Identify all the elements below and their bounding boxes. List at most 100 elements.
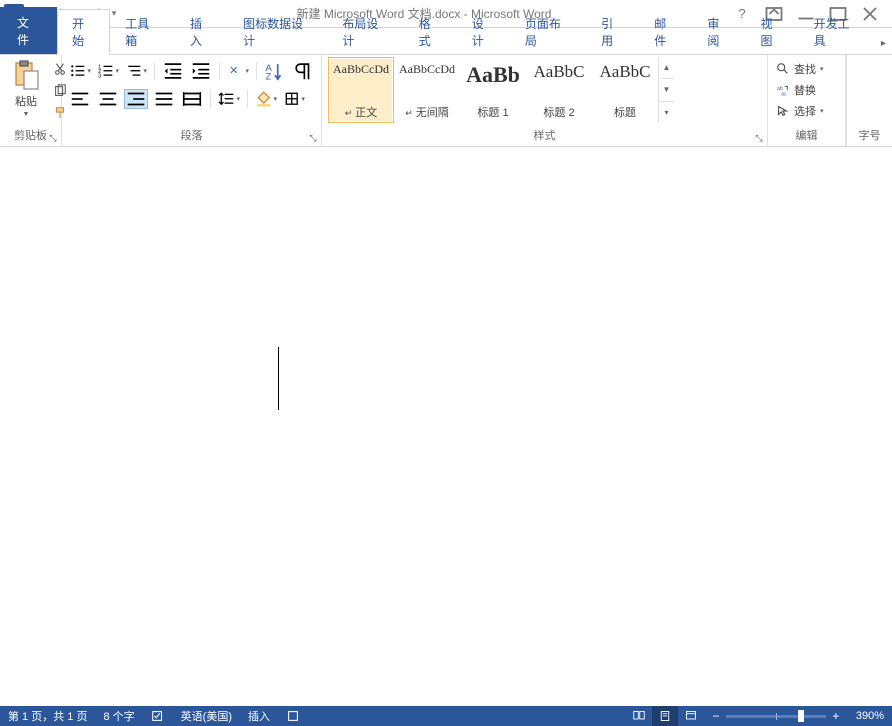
replace-icon: abac <box>776 83 790 97</box>
gallery-scroll: ▲ ▼ ▾ <box>658 57 674 123</box>
zoom-out-icon[interactable]: − <box>710 709 722 723</box>
style-heading2[interactable]: AaBbC 标题 2 <box>526 57 592 123</box>
status-spellcheck-icon[interactable] <box>143 706 173 726</box>
style-label: ↵ 无间隔 <box>405 104 449 120</box>
bullets-icon[interactable]: ▾ <box>68 61 92 81</box>
replace-button[interactable]: abac 替换 <box>774 80 826 100</box>
style-normal[interactable]: AaBbCcDd ↵ 正文 <box>328 57 394 123</box>
tab-mailings[interactable]: 邮件 <box>639 9 692 54</box>
separator <box>247 90 248 108</box>
select-button[interactable]: 选择 ▾ <box>774 101 826 121</box>
paragraph-launcher-icon[interactable]: ⤡ <box>307 132 319 144</box>
tab-overflow-icon[interactable]: ▸ <box>875 33 892 54</box>
zoom-track[interactable] <box>726 715 826 718</box>
sort-icon[interactable]: AZ <box>263 61 287 81</box>
view-web-icon[interactable] <box>678 706 704 726</box>
svg-text:✕: ✕ <box>229 65 238 77</box>
find-icon <box>776 62 790 76</box>
status-wordcount[interactable]: 8 个字 <box>95 706 142 726</box>
style-title[interactable]: AaBbC 标题 <box>592 57 658 123</box>
view-read-icon[interactable] <box>626 706 652 726</box>
zoom-in-icon[interactable]: + <box>830 709 842 723</box>
zoom-level[interactable]: 390% <box>848 706 892 726</box>
align-right-icon[interactable] <box>124 89 148 109</box>
group-editing: 查找 ▾ abac 替换 选择 ▾ 编辑 <box>768 55 846 146</box>
tab-review[interactable]: 审阅 <box>692 9 745 54</box>
tab-layoutdesign[interactable]: 布局设计 <box>327 9 403 54</box>
paste-button[interactable]: 粘贴 ▼ <box>6 57 46 120</box>
zoom-slider: − + <box>704 709 848 723</box>
show-marks-icon[interactable] <box>291 61 315 81</box>
style-preview: AaBbC <box>529 62 589 82</box>
borders-icon[interactable]: ▾ <box>282 89 306 109</box>
status-insertmode[interactable]: 插入 <box>240 706 278 726</box>
tab-file[interactable]: 文件 <box>0 7 57 54</box>
zoom-thumb[interactable] <box>798 710 804 722</box>
style-label: 标题 <box>614 104 636 120</box>
text-cursor <box>278 347 279 410</box>
distributed-icon[interactable] <box>180 89 204 109</box>
tab-insert[interactable]: 插入 <box>175 9 228 54</box>
status-macro-icon[interactable] <box>278 706 308 726</box>
paste-label: 粘贴 <box>15 93 37 109</box>
tab-references[interactable]: 引用 <box>586 9 639 54</box>
style-preview: AaBbC <box>595 62 655 82</box>
style-heading1[interactable]: AaBb 标题 1 <box>460 57 526 123</box>
line-spacing-icon[interactable]: ▾ <box>217 89 241 109</box>
gallery-down-icon[interactable]: ▼ <box>659 79 674 101</box>
status-language[interactable]: 英语(美国) <box>173 706 240 726</box>
svg-text:Z: Z <box>265 71 271 82</box>
numbering-icon[interactable]: 123▾ <box>96 61 120 81</box>
zoom-tick <box>776 713 777 720</box>
separator <box>219 62 220 80</box>
multilevel-list-icon[interactable]: ▾ <box>124 61 148 81</box>
align-center-icon[interactable] <box>96 89 120 109</box>
select-label: 选择 <box>794 103 816 119</box>
justify-icon[interactable] <box>152 89 176 109</box>
tab-pagelayout[interactable]: 页面布局 <box>510 9 586 54</box>
group-fontsize: 字号 <box>846 55 892 146</box>
select-icon <box>776 104 790 118</box>
group-paragraph: ▾ 123▾ ▾ ✕▾ AZ <box>62 55 322 146</box>
replace-label: 替换 <box>794 82 816 98</box>
style-preview: AaBbCcDd <box>397 62 457 77</box>
find-button[interactable]: 查找 ▾ <box>774 59 826 79</box>
clipboard-launcher-icon[interactable]: ⤡ <box>47 132 59 144</box>
paragraph-group-label: 段落 <box>68 125 315 146</box>
fontsize-label: 字号 <box>859 127 881 146</box>
asian-layout-icon[interactable]: ✕▾ <box>226 61 250 81</box>
tab-icondata[interactable]: 图标数据设计 <box>228 9 327 54</box>
paste-icon <box>10 59 42 91</box>
statusbar: 第 1 页，共 1 页 8 个字 英语(美国) 插入 − + 390% <box>0 706 892 726</box>
ribbon: 粘贴 ▼ 剪贴板 ⤡ ▾ 123▾ ▾ <box>0 55 892 147</box>
tab-design[interactable]: 设计 <box>457 9 510 54</box>
document-area[interactable] <box>0 147 892 706</box>
svg-text:ac: ac <box>781 91 787 97</box>
gallery-up-icon[interactable]: ▲ <box>659 57 674 79</box>
separator <box>256 62 257 80</box>
gallery-more-icon[interactable]: ▾ <box>659 102 674 123</box>
svg-text:3: 3 <box>98 74 101 80</box>
tab-view[interactable]: 视图 <box>746 9 799 54</box>
separator <box>154 62 155 80</box>
ribbon-tabs: 文件 开始 工具箱 插入 图标数据设计 布局设计 格式 设计 页面布局 引用 邮… <box>0 28 892 55</box>
group-clipboard: 粘贴 ▼ 剪贴板 ⤡ <box>0 55 62 146</box>
styles-launcher-icon[interactable]: ⤡ <box>753 132 765 144</box>
tab-home[interactable]: 开始 <box>57 9 110 55</box>
align-left-icon[interactable] <box>68 89 92 109</box>
styles-group-label: 样式 <box>328 125 761 146</box>
style-preview: AaBbCcDd <box>331 62 391 77</box>
shading-icon[interactable]: ▾ <box>254 89 278 109</box>
status-page[interactable]: 第 1 页，共 1 页 <box>0 706 95 726</box>
tab-format[interactable]: 格式 <box>404 9 457 54</box>
view-print-icon[interactable] <box>652 706 678 726</box>
style-label: 标题 1 <box>477 104 508 120</box>
decrease-indent-icon[interactable] <box>161 61 185 81</box>
style-nospacing[interactable]: AaBbCcDd ↵ 无间隔 <box>394 57 460 123</box>
tab-toolbox[interactable]: 工具箱 <box>110 9 175 54</box>
style-preview: AaBb <box>463 62 523 88</box>
tab-developer[interactable]: 开发工具 <box>799 9 875 54</box>
separator <box>210 90 211 108</box>
increase-indent-icon[interactable] <box>189 61 213 81</box>
group-styles: AaBbCcDd ↵ 正文 AaBbCcDd ↵ 无间隔 AaBb 标题 1 A… <box>322 55 768 146</box>
